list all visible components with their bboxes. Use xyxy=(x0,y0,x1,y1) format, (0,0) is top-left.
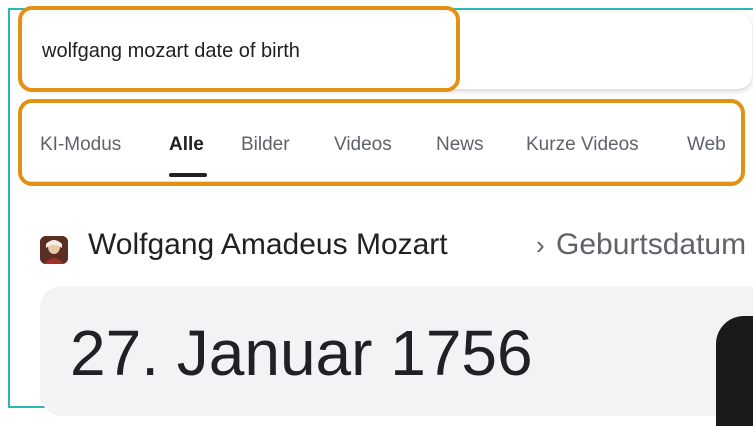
entity-name-link[interactable]: Wolfgang Amadeus Mozart xyxy=(88,228,448,262)
entity-attribute: Geburtsdatum xyxy=(556,228,747,261)
answer-card: 27. Januar 1756 xyxy=(40,286,753,426)
search-input[interactable]: wolfgang mozart date of birth xyxy=(42,40,300,63)
tab-ki-modus[interactable]: KI-Modus xyxy=(40,134,121,156)
search-tabs: KI-Modus Alle Bilder Videos News Kurze V… xyxy=(40,134,740,174)
search-box[interactable]: wolfgang mozart date of birth xyxy=(22,13,752,89)
entity-header: Wolfgang Amadeus Mozart › Geburtsdatum xyxy=(40,228,753,268)
birth-date-answer: 27. Januar 1756 xyxy=(70,317,533,389)
tab-videos[interactable]: Videos xyxy=(334,134,392,156)
tab-alle[interactable]: Alle xyxy=(169,134,204,156)
tab-divider xyxy=(22,181,742,182)
mozart-portrait-icon[interactable] xyxy=(40,236,68,264)
tab-news[interactable]: News xyxy=(436,134,484,156)
tab-web[interactable]: Web xyxy=(687,134,726,156)
breadcrumb-separator: › xyxy=(536,230,545,260)
tab-kurze-videos[interactable]: Kurze Videos xyxy=(526,134,639,156)
active-tab-indicator xyxy=(169,173,207,177)
portrait-image[interactable] xyxy=(716,316,753,426)
tab-bilder[interactable]: Bilder xyxy=(241,134,290,156)
